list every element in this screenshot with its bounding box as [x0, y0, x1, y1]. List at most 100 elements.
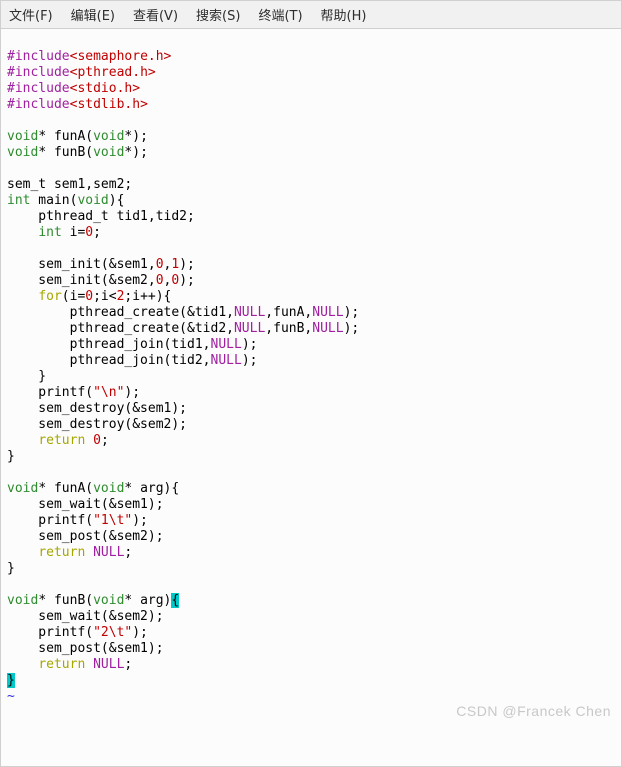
- line: pthread_create(&tid2,NULL,funB,NULL);: [7, 321, 359, 336]
- line: sem_init(&sem2,0,0);: [7, 273, 195, 288]
- null: NULL: [312, 305, 343, 320]
- text: * arg){: [124, 481, 179, 496]
- number: 0: [93, 433, 101, 448]
- type: void: [93, 481, 124, 496]
- watermark: CSDN @Francek Chen: [456, 703, 611, 719]
- text: [85, 657, 93, 672]
- line: pthread_create(&tid1,NULL,funA,NULL);: [7, 305, 359, 320]
- type: void: [7, 145, 38, 160]
- code-editor[interactable]: #include<semaphore.h> #include<pthread.h…: [1, 29, 621, 725]
- line: void* funB(void* arg){: [7, 593, 179, 608]
- include-header: <stdlib.h>: [70, 97, 148, 112]
- type: int: [7, 193, 30, 208]
- type: void: [7, 129, 38, 144]
- text: [7, 657, 38, 672]
- text: ;: [124, 545, 132, 560]
- text: [85, 545, 93, 560]
- text: main(: [30, 193, 77, 208]
- include-header: <semaphore.h>: [70, 49, 172, 64]
- line: sem_wait(&sem1);: [7, 497, 164, 512]
- text: pthread_join(tid1,: [7, 337, 211, 352]
- text: printf(: [7, 625, 93, 640]
- text: );: [344, 305, 360, 320]
- menu-edit[interactable]: 编辑(E): [71, 5, 115, 24]
- number: 0: [156, 257, 164, 272]
- type: void: [7, 481, 38, 496]
- text: pthread_create(&tid2,: [7, 321, 234, 336]
- line: for(i=0;i<2;i++){: [7, 289, 171, 304]
- text: [85, 433, 93, 448]
- number: 0: [85, 289, 93, 304]
- menu-bar: 文件(F) 编辑(E) 查看(V) 搜索(S) 终端(T) 帮助(H): [1, 1, 621, 29]
- string: "1\t": [93, 513, 132, 528]
- cursor-block: }: [7, 673, 15, 688]
- line: pthread_join(tid1,NULL);: [7, 337, 257, 352]
- line: }: [7, 673, 15, 688]
- preproc: #include: [7, 49, 70, 64]
- preproc: #include: [7, 81, 70, 96]
- null: NULL: [93, 657, 124, 672]
- menu-file[interactable]: 文件(F): [9, 5, 53, 24]
- text: [7, 433, 38, 448]
- text: * funB(: [38, 593, 93, 608]
- text: );: [344, 321, 360, 336]
- text: * funB(: [38, 145, 93, 160]
- text: ;: [93, 225, 101, 240]
- text: * funA(: [38, 129, 93, 144]
- text: );: [242, 353, 258, 368]
- line: return 0;: [7, 433, 109, 448]
- null: NULL: [234, 305, 265, 320]
- line: int main(void){: [7, 193, 124, 208]
- null: NULL: [234, 321, 265, 336]
- text: i=: [62, 225, 85, 240]
- type: void: [93, 593, 124, 608]
- text: );: [132, 625, 148, 640]
- text: pthread_join(tid2,: [7, 353, 211, 368]
- text: (i=: [62, 289, 85, 304]
- string: "\n": [93, 385, 124, 400]
- menu-search[interactable]: 搜索(S): [196, 5, 240, 24]
- line: sem_t sem1,sem2;: [7, 177, 132, 192]
- preproc: #include: [7, 97, 70, 112]
- line: pthread_t tid1,tid2;: [7, 209, 195, 224]
- vim-tilde: ~: [7, 689, 15, 704]
- null: NULL: [93, 545, 124, 560]
- line: sem_post(&sem2);: [7, 529, 164, 544]
- number: 0: [85, 225, 93, 240]
- text: ){: [109, 193, 125, 208]
- type: int: [38, 225, 61, 240]
- null: NULL: [312, 321, 343, 336]
- string: "2\t": [93, 625, 132, 640]
- text: sem_init(&sem1,: [7, 257, 156, 272]
- line: sem_post(&sem1);: [7, 641, 164, 656]
- text: );: [124, 385, 140, 400]
- text: ,funA,: [265, 305, 312, 320]
- line: void* funB(void*);: [7, 145, 148, 160]
- keyword: return: [38, 433, 85, 448]
- line: printf("\n");: [7, 385, 140, 400]
- line: printf("1\t");: [7, 513, 148, 528]
- number: 0: [156, 273, 164, 288]
- type: void: [93, 145, 124, 160]
- text: [7, 545, 38, 560]
- cursor-highlight: {: [171, 593, 179, 608]
- text: ;i++){: [124, 289, 171, 304]
- type: void: [93, 129, 124, 144]
- text: * arg): [124, 593, 171, 608]
- text: *);: [124, 145, 147, 160]
- line: #include<semaphore.h>: [7, 49, 171, 64]
- menu-help[interactable]: 帮助(H): [321, 5, 367, 24]
- text: * funA(: [38, 481, 93, 496]
- line: int i=0;: [7, 225, 101, 240]
- type: void: [77, 193, 108, 208]
- preproc: #include: [7, 65, 70, 80]
- text: printf(: [7, 385, 93, 400]
- text: );: [132, 513, 148, 528]
- text: pthread_create(&tid1,: [7, 305, 234, 320]
- text: printf(: [7, 513, 93, 528]
- menu-terminal[interactable]: 终端(T): [258, 5, 302, 24]
- line: return NULL;: [7, 657, 132, 672]
- line: }: [7, 369, 46, 384]
- menu-view[interactable]: 查看(V): [133, 5, 178, 24]
- type: void: [7, 593, 38, 608]
